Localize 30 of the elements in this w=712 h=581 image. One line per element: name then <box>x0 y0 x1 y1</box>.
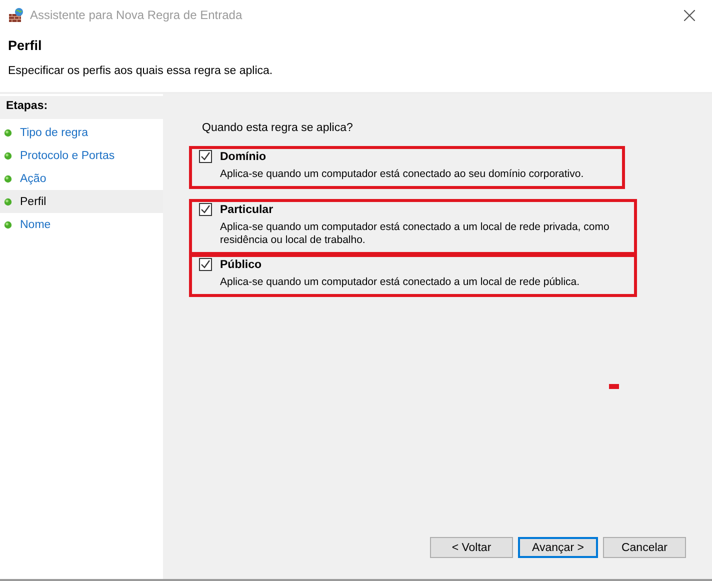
wizard-button[interactable]: Avançar > <box>518 537 598 558</box>
close-icon <box>684 10 694 20</box>
step-item[interactable]: Nome <box>0 213 163 236</box>
option-label: Domínio <box>220 150 266 162</box>
steps-heading: Etapas: <box>0 96 163 119</box>
checkbox[interactable] <box>199 258 212 271</box>
status-dot-icon <box>4 220 12 228</box>
status-dot-icon <box>4 198 12 206</box>
firewall-icon <box>8 7 24 23</box>
option-description: Aplica-se quando um computador está conectado a um local de rede privada, como residência ou local de trabalho. <box>220 221 610 247</box>
question-label: Quando esta regra se aplica? <box>202 122 354 134</box>
wizard-button[interactable]: Cancelar <box>603 537 686 558</box>
status-dot-icon <box>4 128 12 136</box>
window-title: Assistente para Nova Regra de Entrada <box>30 8 242 22</box>
step-item[interactable]: Protocolo e Portas <box>0 144 163 167</box>
status-dot-icon <box>4 152 12 160</box>
step-item[interactable]: Perfil <box>0 190 163 213</box>
wizard-button[interactable]: < Voltar <box>430 537 513 558</box>
page-subtitle: Especificar os perfis aos quais essa regra se aplica. <box>8 65 274 77</box>
checkbox[interactable] <box>199 150 212 163</box>
status-dot-icon <box>4 174 12 182</box>
page-title: Perfil <box>8 38 43 53</box>
step-item[interactable]: Ação <box>0 167 163 190</box>
option-description: Aplica-se quando um computador está conectado a um local de rede pública. <box>220 276 581 289</box>
option-label: Público <box>220 258 262 270</box>
annotation-mark <box>609 384 619 389</box>
option-label: Particular <box>220 204 274 216</box>
step-item[interactable]: Tipo de regra <box>0 121 163 144</box>
checkbox[interactable] <box>199 203 212 216</box>
option-description: Aplica-se quando um computador está conectado ao seu domínio corporativo. <box>220 168 585 181</box>
